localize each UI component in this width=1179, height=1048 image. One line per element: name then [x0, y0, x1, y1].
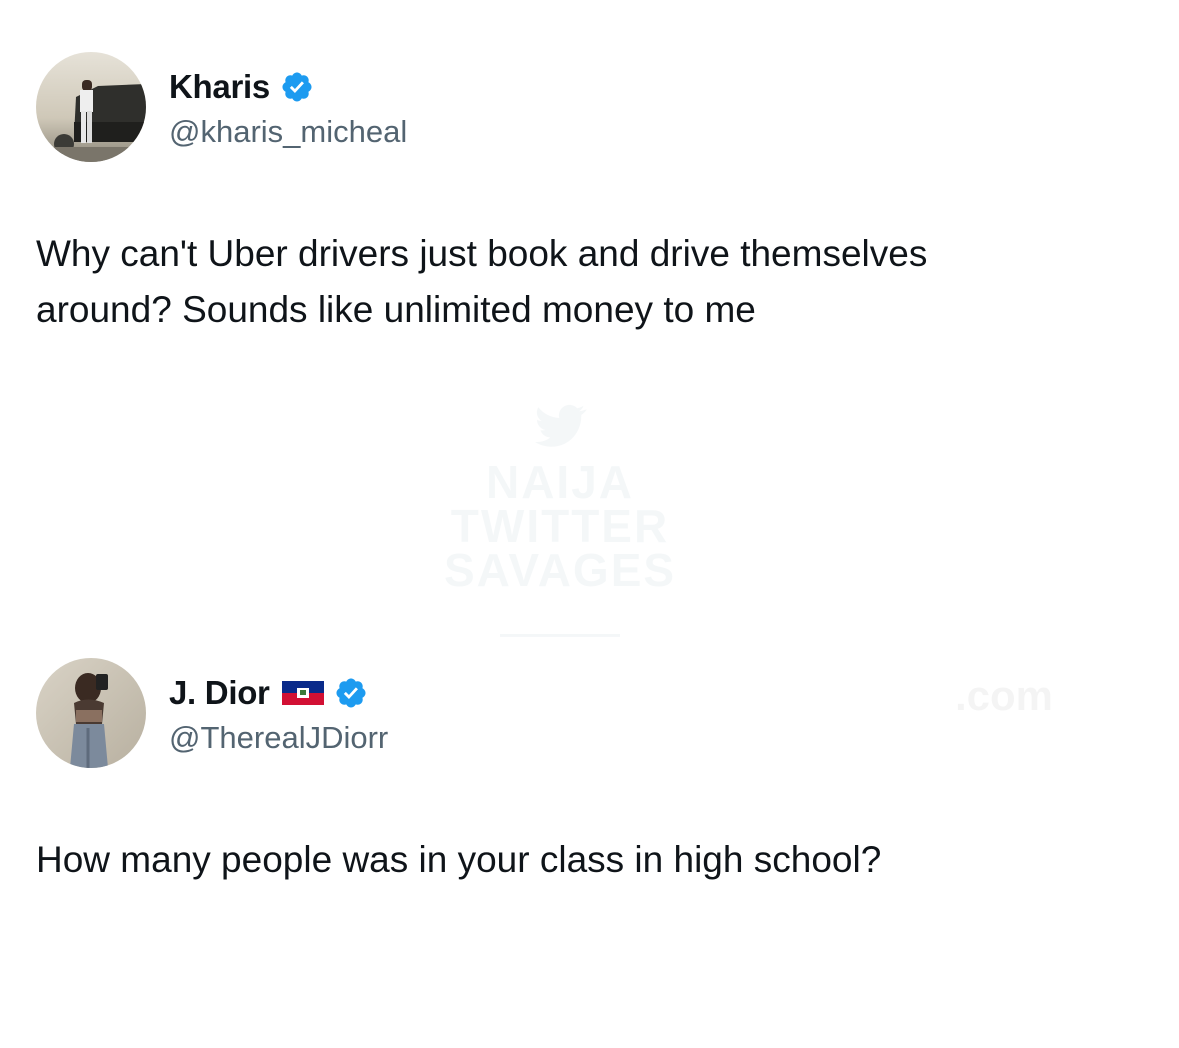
display-name[interactable]: J. Dior	[169, 674, 270, 712]
handle[interactable]: @kharis_micheal	[169, 114, 407, 150]
handle[interactable]: @TherealJDiorr	[169, 720, 388, 756]
verified-badge-icon	[334, 676, 368, 710]
avatar[interactable]	[36, 52, 146, 162]
watermark-line-1: NAIJA	[485, 456, 635, 508]
bird-watermark-icon	[535, 404, 587, 447]
haiti-flag-icon	[281, 681, 324, 705]
tweet-card: Kharis @kharis_micheal Why can't Uber dr…	[36, 52, 1136, 338]
watermark: NAIJA TWITTER SAVAGES	[430, 395, 690, 645]
watermark-line-3: SAVAGES	[443, 544, 677, 596]
tweet-text: Why can't Uber drivers just book and dri…	[36, 233, 928, 330]
watermark-rule	[500, 634, 620, 637]
profile-photo-icon	[36, 658, 146, 768]
tweet-card: J. Dior @TherealJDiorr How many people w…	[36, 658, 1136, 888]
tweet-header: Kharis @kharis_micheal	[36, 52, 1136, 162]
tweet-header: J. Dior @TherealJDiorr	[36, 658, 1136, 768]
watermark-line-2: TWITTER	[450, 500, 670, 552]
profile-photo-icon	[36, 52, 146, 162]
display-name[interactable]: Kharis	[169, 68, 270, 106]
verified-badge-icon	[280, 70, 314, 104]
tweet-text: How many people was in your class in hig…	[36, 839, 882, 880]
avatar[interactable]	[36, 658, 146, 768]
